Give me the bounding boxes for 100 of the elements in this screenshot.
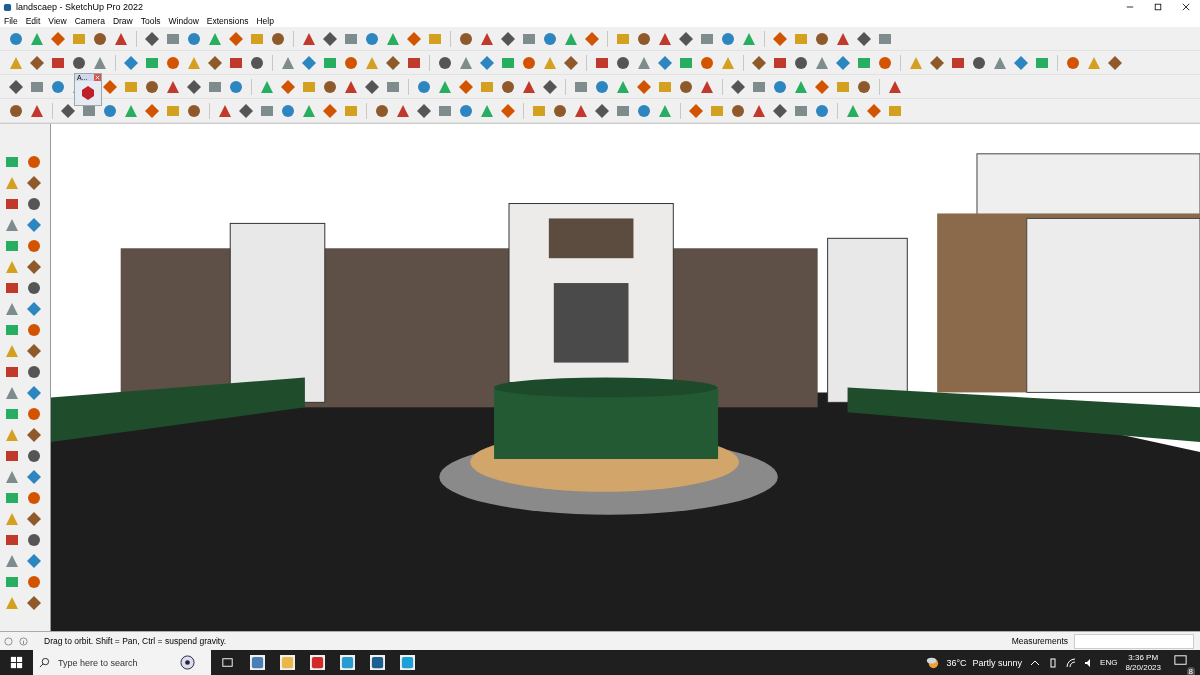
tool-icon[interactable] bbox=[4, 301, 20, 317]
tool-icon[interactable] bbox=[772, 102, 788, 119]
info-icon[interactable] bbox=[19, 636, 28, 646]
tool-icon[interactable] bbox=[71, 54, 87, 71]
menu-item[interactable]: View bbox=[48, 15, 67, 26]
tool-icon[interactable] bbox=[228, 30, 244, 47]
tool-icon[interactable] bbox=[406, 30, 422, 47]
tool-icon[interactable] bbox=[730, 102, 746, 119]
tool-icon[interactable] bbox=[26, 364, 42, 380]
tool-icon[interactable] bbox=[26, 406, 42, 422]
tool-icon[interactable] bbox=[657, 54, 673, 71]
tool-icon[interactable] bbox=[8, 30, 24, 47]
tool-icon[interactable] bbox=[26, 385, 42, 401]
tool-icon[interactable] bbox=[4, 469, 20, 485]
tool-icon[interactable] bbox=[26, 322, 42, 338]
tool-icon[interactable] bbox=[280, 102, 296, 119]
tool-icon[interactable] bbox=[186, 102, 202, 119]
notification-icon[interactable] bbox=[1173, 653, 1188, 668]
tool-icon[interactable] bbox=[385, 54, 401, 71]
tool-icon[interactable] bbox=[4, 553, 20, 569]
tool-icon[interactable] bbox=[364, 30, 380, 47]
tool-icon[interactable] bbox=[500, 102, 516, 119]
tool-icon[interactable] bbox=[322, 102, 338, 119]
tool-icon[interactable] bbox=[29, 54, 45, 71]
tool-icon[interactable] bbox=[479, 54, 495, 71]
maximize-icon[interactable] bbox=[1154, 3, 1162, 11]
tool-icon[interactable] bbox=[26, 595, 42, 611]
clock[interactable]: 3:36 PM 8/20/2023 bbox=[1125, 652, 1161, 673]
tool-icon[interactable] bbox=[249, 54, 265, 71]
menu-item[interactable]: Extensions bbox=[206, 15, 249, 26]
menu-item[interactable]: Camera bbox=[74, 15, 105, 26]
tool-icon[interactable] bbox=[929, 54, 945, 71]
tool-icon[interactable] bbox=[4, 196, 20, 212]
tool-icon[interactable] bbox=[4, 532, 20, 548]
start-icon[interactable] bbox=[9, 655, 24, 670]
tool-icon[interactable] bbox=[26, 343, 42, 359]
tool-icon[interactable] bbox=[26, 259, 42, 275]
tool-icon[interactable] bbox=[678, 78, 694, 95]
tool-icon[interactable] bbox=[594, 78, 610, 95]
tool-icon[interactable] bbox=[584, 30, 600, 47]
tool-icon[interactable] bbox=[4, 217, 20, 233]
tool-icon[interactable] bbox=[1013, 54, 1029, 71]
tool-icon[interactable] bbox=[971, 54, 987, 71]
tool-icon[interactable] bbox=[26, 175, 42, 191]
tool-icon[interactable] bbox=[322, 30, 338, 47]
tool-icon[interactable] bbox=[542, 78, 558, 95]
tool-icon[interactable] bbox=[26, 553, 42, 569]
tool-icon[interactable] bbox=[50, 30, 66, 47]
tool-icon[interactable] bbox=[26, 427, 42, 443]
tool-icon[interactable] bbox=[814, 102, 830, 119]
tool-icon[interactable] bbox=[26, 511, 42, 527]
menu-item[interactable]: Tools bbox=[140, 15, 161, 26]
tool-icon[interactable] bbox=[8, 102, 24, 119]
tool-icon[interactable] bbox=[123, 54, 139, 71]
tool-icon[interactable] bbox=[364, 78, 380, 95]
tool-icon[interactable] bbox=[500, 30, 516, 47]
menu-item[interactable]: Edit bbox=[25, 15, 41, 26]
tool-icon[interactable] bbox=[688, 102, 704, 119]
tool-icon[interactable] bbox=[207, 54, 223, 71]
tool-icon[interactable] bbox=[521, 54, 537, 71]
tool-icon[interactable] bbox=[228, 78, 244, 95]
tool-icon[interactable] bbox=[26, 448, 42, 464]
tool-icon[interactable] bbox=[4, 364, 20, 380]
tool-icon[interactable] bbox=[594, 102, 610, 119]
tool-icon[interactable] bbox=[144, 30, 160, 47]
tool-icon[interactable] bbox=[416, 102, 432, 119]
menu-item[interactable]: File bbox=[4, 15, 18, 26]
tool-icon[interactable] bbox=[60, 102, 76, 119]
tool-icon[interactable] bbox=[751, 54, 767, 71]
tool-icon[interactable] bbox=[636, 30, 652, 47]
menu-item[interactable]: Draw bbox=[112, 15, 133, 26]
tool-icon[interactable] bbox=[343, 54, 359, 71]
taskbar-app-icon[interactable] bbox=[340, 655, 355, 670]
taskbar-app-icon[interactable] bbox=[370, 655, 385, 670]
tool-icon[interactable] bbox=[542, 30, 558, 47]
tool-icon[interactable] bbox=[730, 78, 746, 95]
tool-icon[interactable] bbox=[50, 78, 66, 95]
tool-icon[interactable] bbox=[144, 78, 160, 95]
tool-icon[interactable] bbox=[678, 30, 694, 47]
tool-icon[interactable] bbox=[416, 78, 432, 95]
tool-icon[interactable] bbox=[374, 102, 390, 119]
tool-icon[interactable] bbox=[102, 102, 118, 119]
tool-icon[interactable] bbox=[772, 78, 788, 95]
tool-icon[interactable] bbox=[699, 54, 715, 71]
tool-icon[interactable] bbox=[26, 490, 42, 506]
tool-icon[interactable] bbox=[793, 54, 809, 71]
tool-icon[interactable] bbox=[1065, 54, 1081, 71]
tool-icon[interactable] bbox=[835, 54, 851, 71]
tool-icon[interactable] bbox=[26, 217, 42, 233]
tool-icon[interactable] bbox=[26, 154, 42, 170]
menu-item[interactable]: Help bbox=[256, 15, 274, 26]
tool-icon[interactable] bbox=[720, 30, 736, 47]
tool-icon[interactable] bbox=[4, 385, 20, 401]
tool-icon[interactable] bbox=[186, 78, 202, 95]
tool-icon[interactable] bbox=[458, 30, 474, 47]
tool-icon[interactable] bbox=[615, 54, 631, 71]
tool-icon[interactable] bbox=[458, 102, 474, 119]
ruby-icon[interactable] bbox=[80, 85, 96, 101]
tool-icon[interactable] bbox=[26, 280, 42, 296]
tool-icon[interactable] bbox=[636, 102, 652, 119]
